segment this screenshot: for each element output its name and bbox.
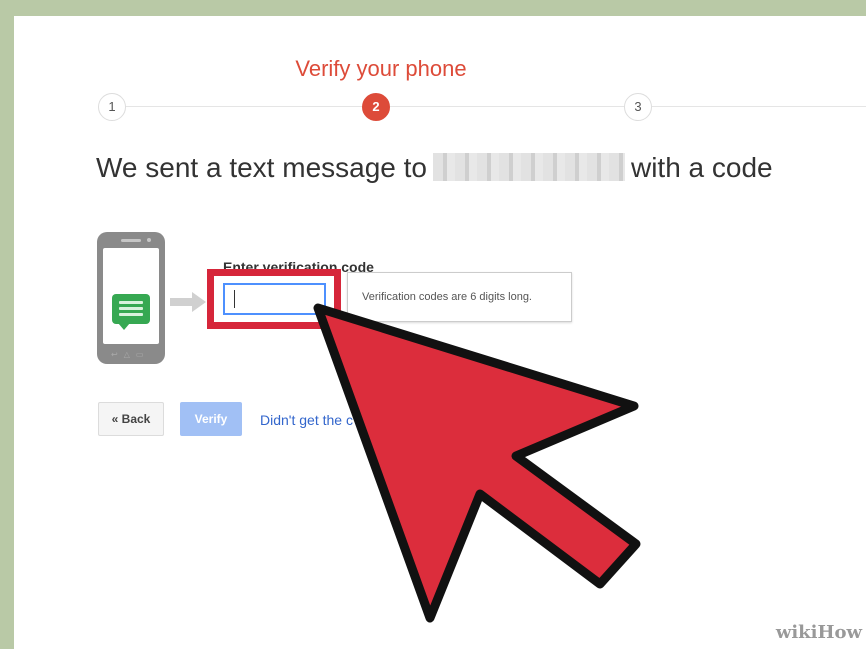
stepper-line (124, 106, 362, 107)
back-button[interactable]: « Back (98, 402, 164, 436)
wikihow-watermark: wikiHow (775, 622, 862, 643)
stepper-line (390, 106, 624, 107)
right-arrow-icon (170, 292, 206, 312)
step-2-indicator: 2 (362, 93, 390, 121)
verify-button[interactable]: Verify (180, 402, 242, 436)
step-3-indicator: 3 (624, 93, 652, 121)
screenshot-frame: Verify your phone 1 2 3 We sent a text m… (14, 16, 866, 649)
redacted-phone-number (432, 152, 625, 181)
stepper-line (652, 106, 866, 107)
chat-bubble-icon (112, 294, 150, 324)
text-caret (234, 290, 235, 308)
step-1-indicator: 1 (98, 93, 126, 121)
mouse-cursor-icon (313, 303, 641, 623)
headline-suffix: with a code (630, 152, 773, 183)
phone-illustration-icon: ↩△▭ (97, 232, 165, 364)
step-title: Verify your phone (295, 56, 467, 81)
sent-message-headline: We sent a text message to with a code (96, 152, 773, 184)
headline-prefix: We sent a text message to (96, 152, 427, 183)
